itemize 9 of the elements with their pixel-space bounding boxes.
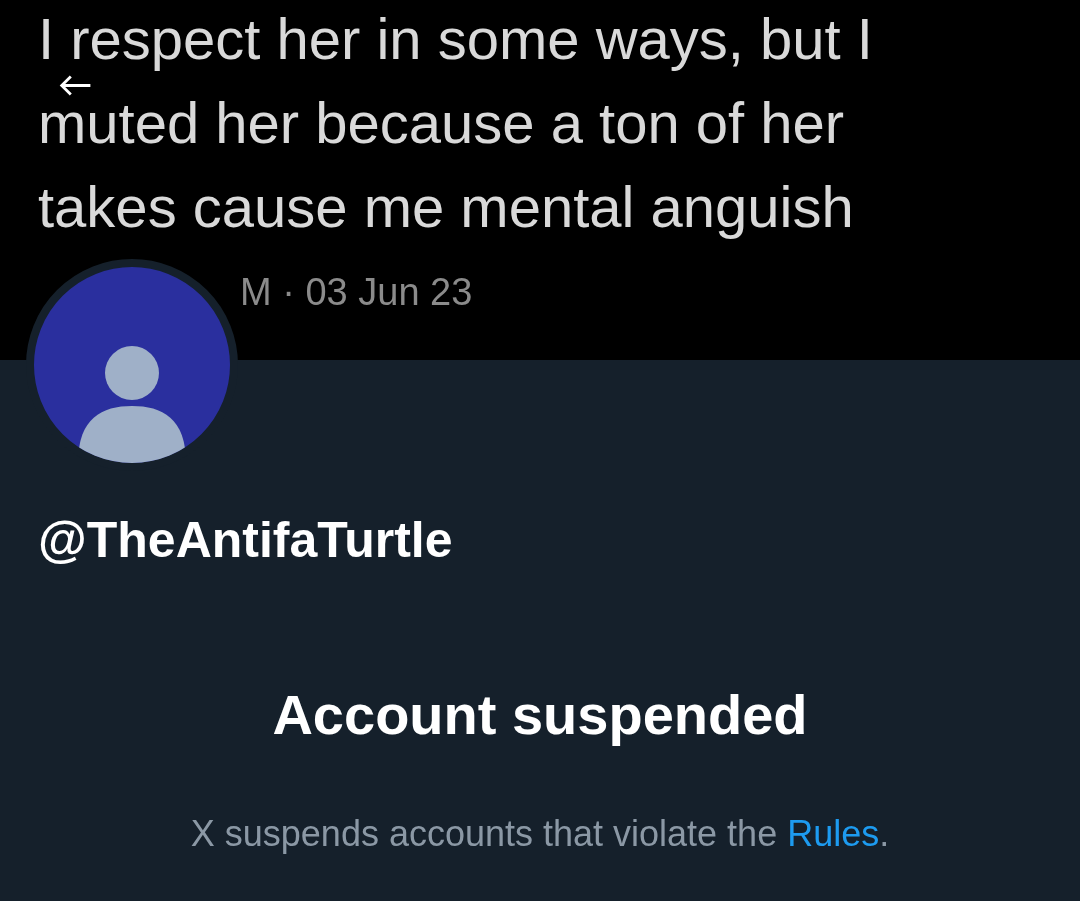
tweet-text-line: takes cause me mental anguish — [38, 181, 854, 241]
suspension-title: Account suspended — [272, 682, 808, 748]
suspension-message: X suspends accounts that violate the Rules. — [190, 812, 890, 856]
tweet-timestamp: M · 03 Jun 23 — [240, 270, 473, 314]
rules-link[interactable]: Rules — [787, 813, 880, 854]
back-button[interactable] — [58, 75, 92, 96]
tweet-text-line: I respect her in some ways, but I — [38, 13, 873, 73]
profile-handle: @TheAntifaTurtle — [38, 511, 453, 570]
tweet-text-line: muted her because a ton of her — [38, 97, 845, 157]
